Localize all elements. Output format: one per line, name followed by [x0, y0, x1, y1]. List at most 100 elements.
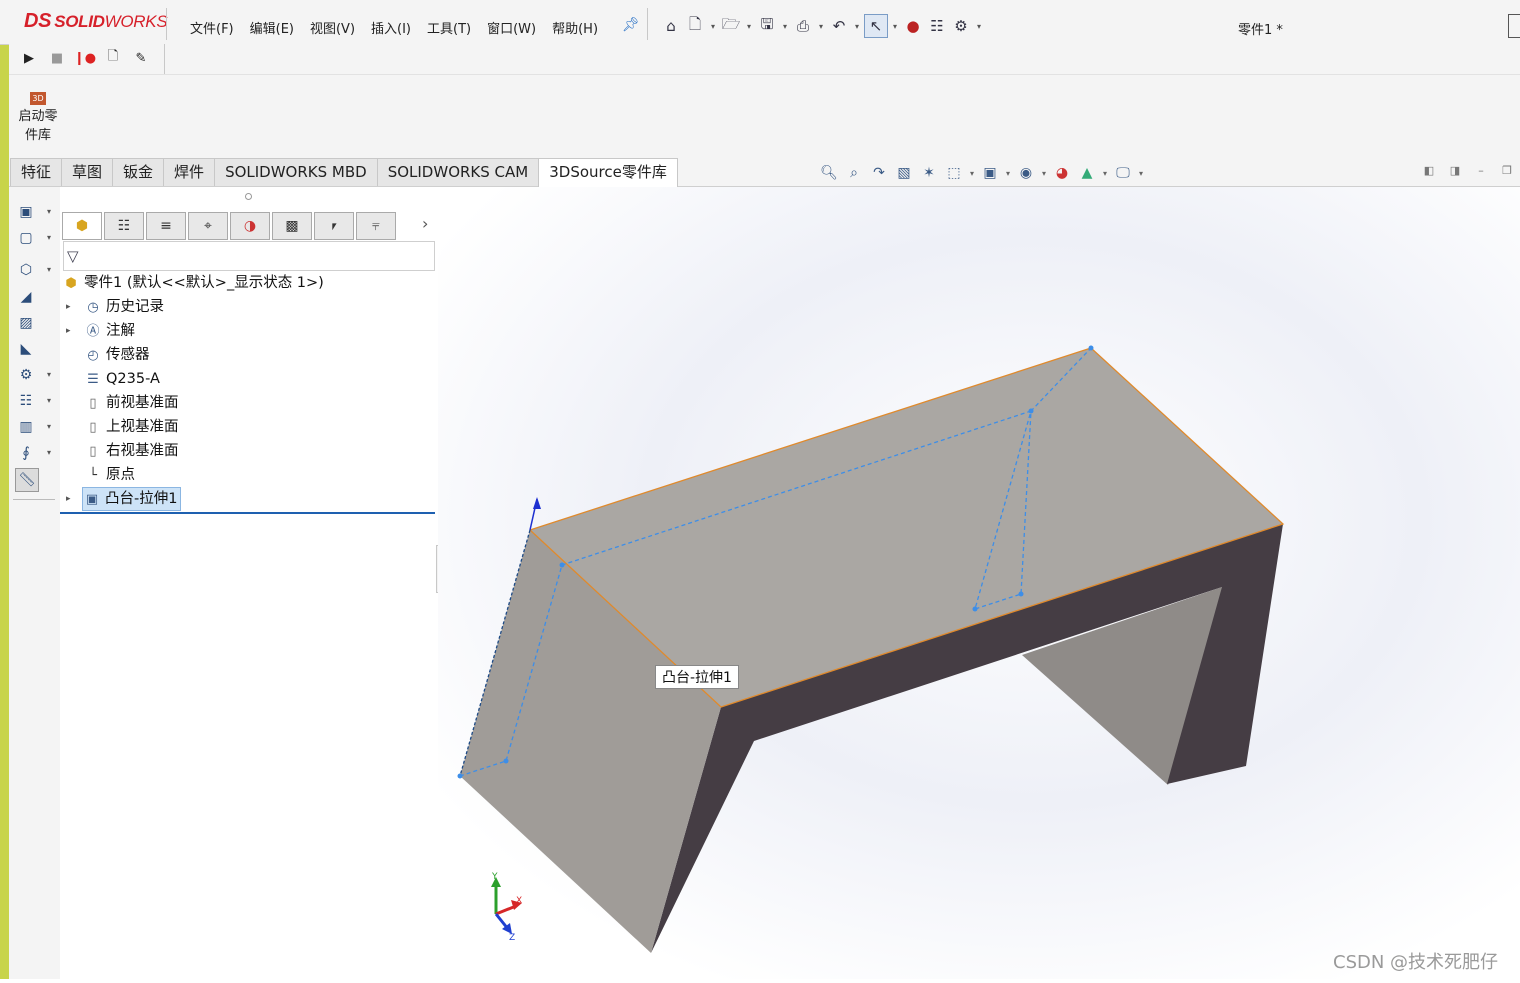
cam-feature-icon[interactable]: ▩: [272, 212, 312, 240]
tree-item-origin[interactable]: └ 原点: [84, 464, 135, 486]
select-icon[interactable]: ↖: [864, 14, 888, 38]
graphics-area[interactable]: Y X Z: [438, 187, 1520, 979]
zoom-to-fit-icon[interactable]: 🔍︎: [818, 162, 840, 184]
feature-manager-icon[interactable]: ⬢: [62, 212, 102, 240]
menu-file[interactable]: 文件(F): [182, 18, 242, 37]
file-properties-icon[interactable]: ☷: [926, 15, 948, 37]
previous-view-icon[interactable]: ↷: [868, 162, 890, 184]
restore-icon[interactable]: ❐: [1500, 164, 1514, 178]
configuration-manager-icon[interactable]: ≡: [146, 212, 186, 240]
view-settings-icon[interactable]: 🖵︎: [1112, 162, 1134, 184]
chevron-down-icon[interactable]: ▾: [47, 396, 51, 405]
options-icon[interactable]: ⚙: [950, 15, 972, 37]
tree-item-history[interactable]: ◷ 历史记录: [84, 296, 164, 318]
dynamic-annotation-icon[interactable]: ✶: [918, 162, 940, 184]
collapse-panel-icon[interactable]: ◧: [1422, 164, 1436, 178]
new-document-icon[interactable]: 🗋︎: [684, 15, 706, 37]
stop-macro-icon[interactable]: ■: [46, 47, 68, 69]
tab-mbd[interactable]: SOLIDWORKS MBD: [214, 158, 378, 186]
menu-window[interactable]: 窗口(W): [479, 18, 544, 37]
tree-item-sensors[interactable]: ◴ 传感器: [84, 344, 149, 366]
tree-filter-input[interactable]: [63, 241, 435, 271]
filter-icon[interactable]: ▽: [67, 247, 79, 265]
zoom-to-area-icon[interactable]: ⌕: [843, 162, 865, 184]
tab-3dsource-library[interactable]: 3DSource零件库: [538, 158, 678, 187]
tree-item-part[interactable]: ⬢ 零件1 (默认<<默认>_显示状态 1>): [62, 272, 324, 294]
minimize-icon[interactable]: –: [1474, 164, 1488, 178]
view-orientation-icon[interactable]: ⬚: [943, 162, 965, 184]
section-view-icon[interactable]: ▧: [893, 162, 915, 184]
undo-icon[interactable]: ↶: [828, 15, 850, 37]
menu-insert[interactable]: 插入(I): [363, 18, 419, 37]
tree-item-boss-extrude[interactable]: ▣ 凸台-拉伸1: [82, 487, 182, 511]
save-dropdown-icon[interactable]: ▾: [780, 15, 790, 37]
dimxpert-icon[interactable]: ⌖: [188, 212, 228, 240]
view-orientation-dropdown-icon[interactable]: ▾: [968, 162, 976, 184]
home-icon[interactable]: ⌂: [660, 15, 682, 37]
save-icon[interactable]: 🖫︎: [756, 15, 778, 37]
rebuild-icon[interactable]: ●: [902, 15, 924, 37]
loft-icon[interactable]: ▨: [15, 312, 37, 334]
tree-item-front-plane[interactable]: ▯ 前视基准面: [84, 392, 178, 414]
display-style-dropdown-icon[interactable]: ▾: [1004, 162, 1012, 184]
display-style-icon[interactable]: ▣: [979, 162, 1001, 184]
panel-grip-dot[interactable]: [245, 193, 252, 200]
new-dropdown-icon[interactable]: ▾: [708, 15, 718, 37]
cam-tool-icon[interactable]: ⫧: [356, 212, 396, 240]
menu-help[interactable]: 帮助(H): [544, 18, 606, 37]
hide-show-icon[interactable]: ◉: [1015, 162, 1037, 184]
measure-icon[interactable]: 📏︎: [15, 468, 39, 492]
view-settings-dropdown-icon[interactable]: ▾: [1137, 162, 1145, 184]
open-icon[interactable]: 🗁︎: [720, 15, 742, 37]
chevron-down-icon[interactable]: ▾: [47, 233, 51, 242]
expand-arrow-icon[interactable]: ▸: [66, 326, 71, 336]
apply-scene-icon[interactable]: ▲: [1076, 162, 1098, 184]
select-dropdown-icon[interactable]: ▾: [890, 15, 900, 37]
solidworks-logo[interactable]: DS SOLIDWORKS: [24, 10, 168, 33]
start-part-library-button[interactable]: 3D 启动零件库: [14, 88, 62, 145]
edit-macro-icon[interactable]: ✎: [130, 47, 152, 69]
edit-appearance-icon[interactable]: ◕: [1051, 162, 1073, 184]
tab-sheet-metal[interactable]: 钣金: [112, 158, 165, 186]
cam-operation-icon[interactable]: ⎖: [314, 212, 354, 240]
property-manager-icon[interactable]: ☷: [104, 212, 144, 240]
chevron-down-icon[interactable]: ▾: [47, 422, 51, 431]
chevron-down-icon[interactable]: ▾: [47, 370, 51, 379]
tab-sketch[interactable]: 草图: [61, 158, 114, 186]
revolve-icon[interactable]: ⬡: [15, 259, 37, 281]
expand-arrow-icon[interactable]: ▸: [66, 302, 71, 312]
apply-scene-dropdown-icon[interactable]: ▾: [1101, 162, 1109, 184]
menu-tools[interactable]: 工具(T): [419, 18, 479, 37]
print-icon[interactable]: ⎙: [792, 15, 814, 37]
chevron-down-icon[interactable]: ▾: [47, 448, 51, 457]
curves-icon[interactable]: ∮: [15, 442, 37, 464]
record-macro-icon[interactable]: ❙●: [74, 47, 96, 69]
window-control-button[interactable]: [1508, 14, 1520, 38]
tree-item-top-plane[interactable]: ▯ 上视基准面: [84, 416, 178, 438]
undo-dropdown-icon[interactable]: ▾: [852, 15, 862, 37]
run-macro-icon[interactable]: ▶: [18, 47, 40, 69]
fillet-icon[interactable]: ◣: [15, 338, 37, 360]
pin-menu-icon[interactable]: 📌︎: [622, 17, 640, 33]
print-dropdown-icon[interactable]: ▾: [816, 15, 826, 37]
new-macro-icon[interactable]: 🗋︎: [102, 47, 124, 69]
display-manager-icon[interactable]: ◑: [230, 212, 270, 240]
extruded-boss-icon[interactable]: ▣: [15, 201, 37, 223]
options-dropdown-icon[interactable]: ▾: [974, 15, 984, 37]
chevron-down-icon[interactable]: ▾: [47, 265, 51, 274]
tab-cam[interactable]: SOLIDWORKS CAM: [376, 158, 540, 186]
expand-panel-icon[interactable]: ◨: [1448, 164, 1462, 178]
expand-arrow-icon[interactable]: ▸: [66, 494, 71, 504]
chevron-right-icon[interactable]: ›: [422, 214, 428, 233]
hide-show-dropdown-icon[interactable]: ▾: [1040, 162, 1048, 184]
cut-extrude-icon[interactable]: ▢: [15, 227, 37, 249]
open-dropdown-icon[interactable]: ▾: [744, 15, 754, 37]
menu-edit[interactable]: 编辑(E): [242, 18, 302, 37]
tree-item-annotations[interactable]: Ⓐ 注解: [84, 320, 135, 342]
tab-features[interactable]: 特征: [10, 158, 63, 186]
tree-item-right-plane[interactable]: ▯ 右视基准面: [84, 440, 178, 462]
chevron-down-icon[interactable]: ▾: [47, 207, 51, 216]
sweep-icon[interactable]: ◢: [15, 286, 37, 308]
rollback-bar[interactable]: [60, 512, 435, 514]
hole-wizard-icon[interactable]: ⚙: [15, 364, 37, 386]
